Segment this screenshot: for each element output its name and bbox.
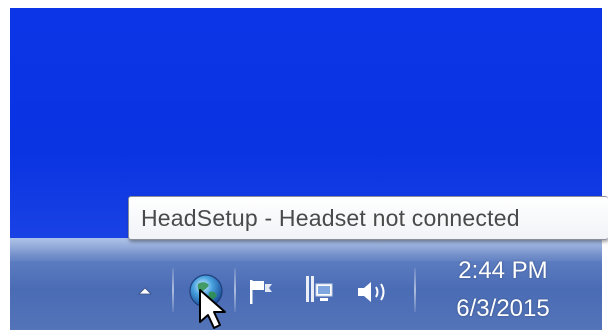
clock-date: 6/3/2015 [456, 295, 550, 322]
up-arrow-icon[interactable] [136, 284, 154, 298]
tray-separator [172, 268, 174, 312]
screen: 2:44 PM 6/3/2015 HeadSetup - Headset not… [0, 0, 608, 330]
action-center-flag-icon[interactable] [244, 276, 276, 306]
mouse-cursor-icon [199, 289, 226, 329]
taskbar-clock[interactable]: 2:44 PM 6/3/2015 [428, 252, 578, 328]
tray-separator [414, 268, 416, 312]
headsetup-tooltip: HeadSetup - Headset not connected [128, 196, 608, 240]
clock-time: 2:44 PM [458, 257, 548, 284]
network-icon[interactable] [302, 274, 336, 306]
volume-icon[interactable] [354, 278, 394, 306]
tooltip-text: HeadSetup - Headset not connected [141, 205, 520, 231]
